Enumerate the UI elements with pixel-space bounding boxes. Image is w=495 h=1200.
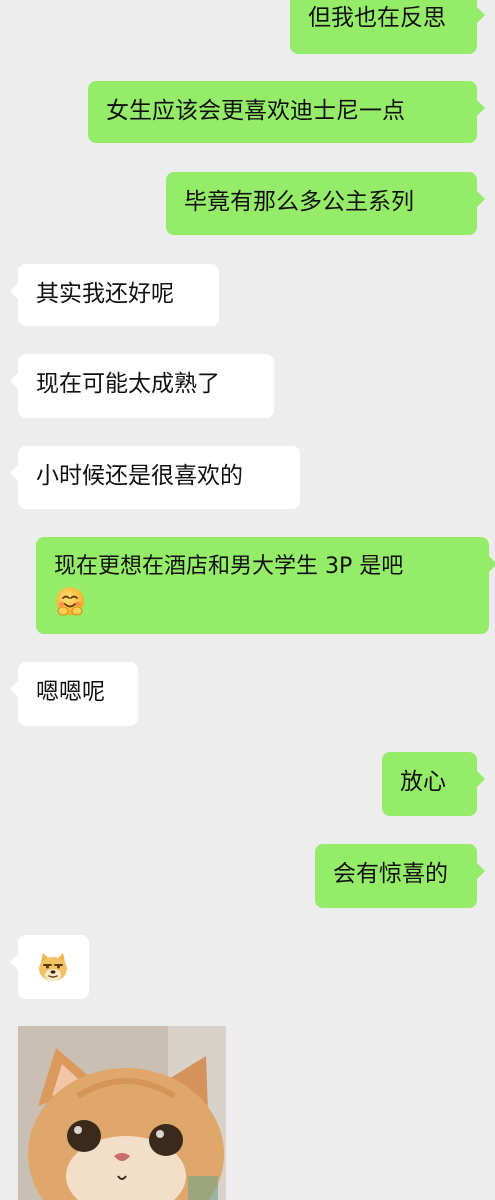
message-text: 现在可能太成熟了 — [36, 371, 220, 397]
message-text: 现在更想在酒店和男大学生 3P 是吧 — [54, 554, 404, 579]
hugging-face-emoji-icon — [56, 587, 84, 616]
message-bubble-sent[interactable]: 会有惊喜的 — [315, 844, 485, 908]
message-text: 放心 — [400, 769, 446, 795]
message-bubble-received[interactable] — [10, 935, 89, 999]
message-bubble-received[interactable]: 其实我还好呢 — [10, 264, 219, 326]
message-text: 毕竟有那么多公主系列 — [184, 189, 414, 215]
message-bubble-received[interactable]: 嗯嗯呢 — [10, 662, 138, 726]
message-text: 女生应该会更喜欢迪士尼一点 — [106, 98, 405, 124]
cat-photo-illustration — [18, 1026, 226, 1200]
message-text: 其实我还好呢 — [36, 281, 174, 307]
message-bubble-sent[interactable]: 但我也在反思 — [290, 0, 485, 54]
message-text: 嗯嗯呢 — [36, 679, 105, 705]
message-bubble-sent[interactable]: 毕竟有那么多公主系列 — [166, 172, 485, 235]
message-bubble-sent[interactable]: 放心 — [382, 752, 485, 816]
message-text: 会有惊喜的 — [333, 861, 448, 887]
message-bubble-sent[interactable]: 现在更想在酒店和男大学生 3P 是吧 — [36, 537, 495, 634]
doge-emoji-icon — [39, 952, 67, 981]
cat-photo[interactable] — [18, 1026, 226, 1200]
message-text: 但我也在反思 — [308, 5, 446, 31]
message-bubble-received[interactable]: 小时候还是很喜欢的 — [10, 446, 300, 509]
message-bubble-sent[interactable]: 女生应该会更喜欢迪士尼一点 — [88, 81, 485, 143]
message-text: 小时候还是很喜欢的 — [36, 463, 243, 489]
message-bubble-received[interactable]: 现在可能太成熟了 — [10, 354, 274, 418]
